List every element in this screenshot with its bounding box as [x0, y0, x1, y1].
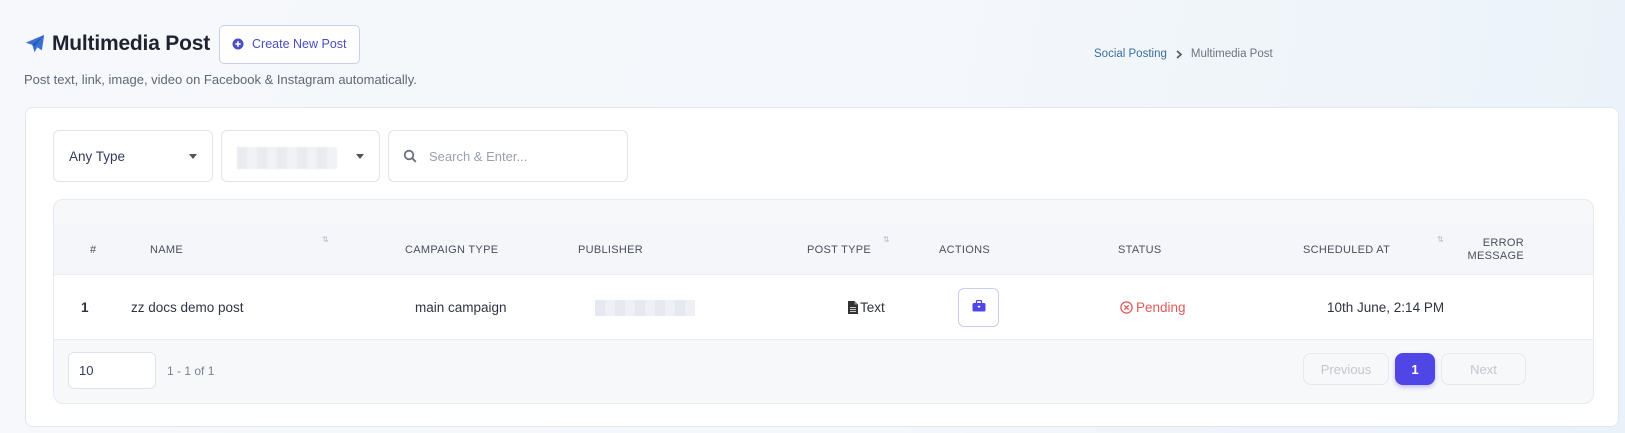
search-box: [388, 130, 628, 182]
document-icon: [848, 301, 858, 314]
page-title: Multimedia Post: [52, 32, 211, 55]
campaign-type: main campaign: [415, 300, 507, 315]
type-select[interactable]: Any Type: [53, 130, 213, 182]
actions-cell: [958, 275, 999, 340]
plus-circle-icon: [232, 38, 244, 50]
search-icon: [403, 149, 417, 163]
scheduled-at: 10th June, 2:14 PM: [1327, 300, 1445, 315]
row-number: 1: [81, 300, 89, 315]
table-footer: 1 - 1 of 1 Previous 1 Next: [54, 340, 1593, 403]
breadcrumb-social-posting[interactable]: Social Posting: [1094, 48, 1167, 60]
type-select-value: Any Type: [69, 148, 126, 164]
col-name[interactable]: NAME: [150, 225, 183, 275]
publisher-select-value-redacted: [237, 147, 337, 169]
publisher-cell: [595, 275, 695, 340]
briefcase-icon: [972, 299, 986, 315]
col-error-line2: MESSAGE: [1467, 250, 1524, 262]
page-1-button[interactable]: 1: [1395, 353, 1435, 385]
col-error-message: ERROR MESSAGE: [1464, 225, 1524, 275]
page-subtitle: Post text, link, image, video on Faceboo…: [24, 72, 417, 87]
status-cell: Pending: [1120, 275, 1186, 340]
post-type: Text: [860, 300, 885, 315]
per-page-input[interactable]: [68, 352, 156, 389]
col-actions: ACTIONS: [939, 244, 990, 256]
status-badge: Pending: [1120, 300, 1186, 315]
col-post-type[interactable]: POST TYPE: [807, 225, 871, 275]
breadcrumb: Social Posting Multimedia Post: [1094, 48, 1273, 60]
breadcrumb-multimedia-post: Multimedia Post: [1190, 48, 1273, 60]
col-num: #: [90, 244, 97, 256]
create-new-post-button[interactable]: Create New Post: [219, 24, 360, 64]
col-scheduled-at[interactable]: SCHEDULED AT: [1303, 225, 1390, 275]
paper-plane-icon: [24, 33, 46, 55]
table-row: 1 zz docs demo post main campaign Text P…: [54, 275, 1593, 340]
post-type-cell: Text: [848, 275, 885, 340]
pagination-range: 1 - 1 of 1: [167, 364, 215, 378]
x-circle-icon: [1120, 301, 1133, 314]
table-header: # NAME ⇅ CAMPAIGN TYPE PUBLISHER POST TY…: [54, 225, 1593, 275]
sort-icon[interactable]: ⇅: [322, 235, 329, 244]
chevron-right-icon: [1176, 49, 1182, 59]
caret-down-icon: [189, 154, 197, 159]
create-new-post-label: Create New Post: [252, 37, 347, 51]
publisher-redacted: [595, 299, 695, 316]
post-name: zz docs demo post: [131, 300, 244, 315]
page-header: Multimedia Post Create New Post Post tex…: [24, 24, 417, 87]
col-campaign-type: CAMPAIGN TYPE: [405, 244, 499, 256]
next-page-button[interactable]: Next: [1441, 353, 1526, 385]
search-input[interactable]: [429, 148, 609, 164]
col-error-line1: ERROR: [1482, 237, 1524, 249]
posts-table: # NAME ⇅ CAMPAIGN TYPE PUBLISHER POST TY…: [53, 199, 1594, 404]
posts-card: Any Type # NAME ⇅ CAMPAIGN TYPE PUBLISHE…: [25, 107, 1619, 427]
col-status: STATUS: [1118, 244, 1162, 256]
col-publisher: PUBLISHER: [578, 244, 644, 256]
sort-icon[interactable]: ⇅: [883, 235, 890, 244]
sort-icon[interactable]: ⇅: [1437, 235, 1444, 244]
previous-page-button[interactable]: Previous: [1303, 353, 1389, 385]
status-text: Pending: [1136, 300, 1186, 315]
caret-down-icon: [356, 154, 364, 159]
publisher-select[interactable]: [221, 130, 380, 182]
actions-button[interactable]: [958, 288, 999, 327]
filters-bar: Any Type: [53, 130, 628, 182]
